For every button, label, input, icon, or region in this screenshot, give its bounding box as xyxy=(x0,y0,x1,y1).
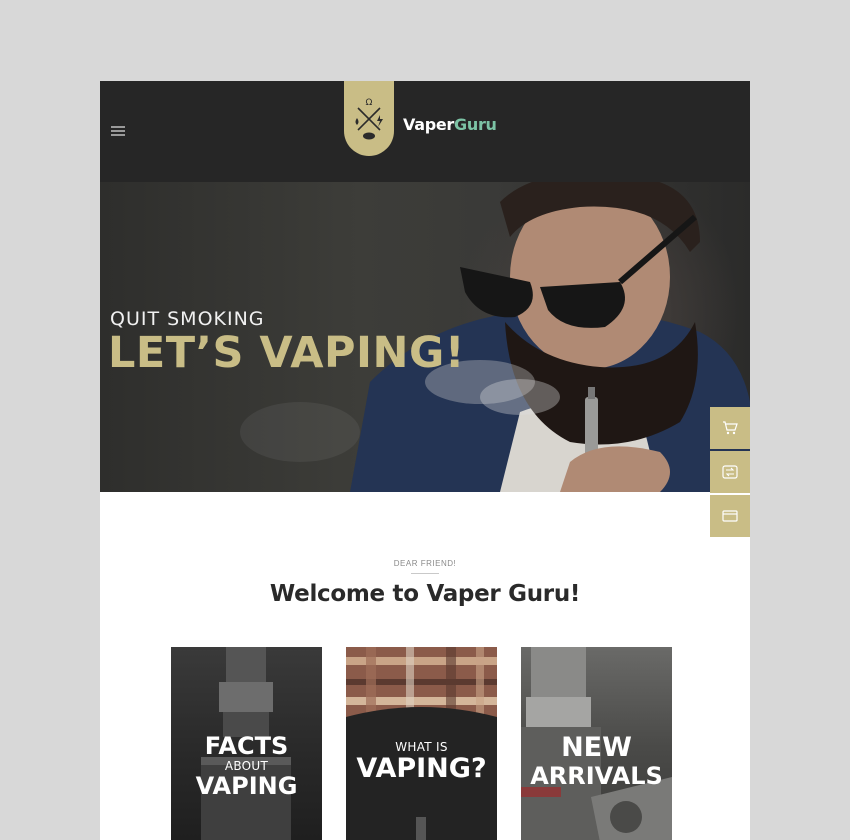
brand-name[interactable]: VaperGuru xyxy=(403,115,497,134)
hero-subtitle: QUIT SMOKING xyxy=(110,308,265,330)
cart-icon xyxy=(723,421,738,435)
logo-badge[interactable]: Ω xyxy=(344,81,394,156)
card-what-is-vaping[interactable]: WHAT IS VAPING? xyxy=(346,647,497,840)
side-quick-panel xyxy=(710,407,750,539)
cart-button[interactable] xyxy=(710,407,750,449)
brand-name-part2: Guru xyxy=(454,115,497,134)
card-1-line2: ABOUT xyxy=(224,759,269,773)
payment-button[interactable] xyxy=(710,495,750,537)
card-1-line3: VAPING xyxy=(195,772,298,800)
logo-emblem-icon: Ω xyxy=(355,98,383,140)
card-2-caption: WHAT IS VAPING? xyxy=(346,740,497,784)
card-3-line1: NEW xyxy=(561,732,632,763)
site-header: Ω VaperGuru xyxy=(100,81,750,182)
card-facts-about-vaping[interactable]: FACTS ABOUT VAPING xyxy=(171,647,322,840)
eyebrow-divider xyxy=(411,573,439,574)
card-2-line1: WHAT IS xyxy=(395,740,448,754)
card-3-caption: NEW ARRIVALS xyxy=(521,732,672,790)
card-icon xyxy=(722,510,738,522)
hamburger-menu-icon[interactable] xyxy=(111,126,125,138)
hero-title: LET’S VAPING! xyxy=(108,328,465,378)
welcome-title: Welcome to Vaper Guru! xyxy=(269,581,581,607)
card-1-caption: FACTS ABOUT VAPING xyxy=(171,733,322,799)
brand-name-part1: Vaper xyxy=(403,115,455,134)
card-1-line1: FACTS xyxy=(204,732,289,760)
card-new-arrivals[interactable]: NEW ARRIVALS xyxy=(521,647,672,840)
svg-text:Ω: Ω xyxy=(366,98,373,108)
card-2-line2: VAPING? xyxy=(356,753,487,784)
card-3-line2: ARRIVALS xyxy=(530,762,663,790)
welcome-eyebrow: DEAR FRIEND! xyxy=(393,559,457,568)
hero-banner: QUIT SMOKING LET’S VAPING! xyxy=(100,182,750,492)
exchange-button[interactable] xyxy=(710,451,750,493)
exchange-icon xyxy=(722,465,738,479)
page: Ω VaperGuru QUIT SMOKING LET’S VAPING! D… xyxy=(100,81,750,840)
